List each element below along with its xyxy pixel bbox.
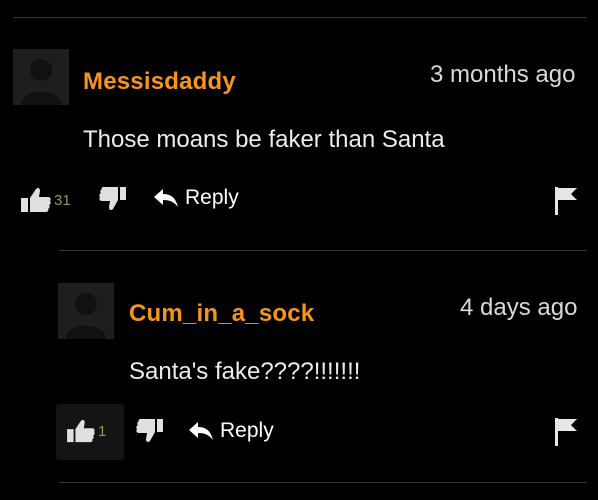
upvote-button[interactable]: 31 bbox=[20, 186, 71, 214]
reply-arrow-icon bbox=[154, 189, 178, 207]
comment-timestamp: 4 days ago bbox=[460, 294, 578, 321]
reply-button[interactable]: Reply bbox=[153, 186, 239, 210]
downvote-button[interactable] bbox=[136, 418, 164, 444]
comment-username[interactable]: Cum_in_a_sock bbox=[129, 300, 314, 328]
comment-timestamp: 3 months ago bbox=[430, 61, 576, 88]
reply-label: Reply bbox=[220, 419, 274, 442]
upvote-button[interactable]: 1 bbox=[66, 418, 106, 444]
bottom-divider bbox=[59, 482, 586, 483]
upvote-count: 31 bbox=[54, 191, 71, 209]
avatar[interactable] bbox=[58, 283, 114, 339]
downvote-button[interactable] bbox=[99, 186, 127, 212]
avatar-placeholder-icon bbox=[58, 283, 114, 339]
flag-button[interactable] bbox=[553, 186, 579, 221]
avatar[interactable] bbox=[13, 49, 69, 105]
avatar-placeholder-icon bbox=[13, 49, 69, 105]
thumbs-up-icon bbox=[67, 419, 95, 443]
thumbs-down-icon bbox=[99, 187, 126, 211]
flag-icon bbox=[555, 418, 577, 446]
comment-username[interactable]: Messisdaddy bbox=[83, 68, 236, 96]
top-divider bbox=[14, 17, 586, 18]
upvote-count: 1 bbox=[98, 422, 107, 440]
flag-icon bbox=[555, 187, 577, 215]
comment-text: Those moans be faker than Santa bbox=[83, 126, 445, 153]
reply-button[interactable]: Reply bbox=[188, 419, 274, 443]
flag-button[interactable] bbox=[553, 417, 579, 452]
comment-divider bbox=[59, 250, 586, 251]
reply-label: Reply bbox=[185, 186, 239, 209]
thumbs-up-icon bbox=[21, 187, 51, 212]
reply-arrow-icon bbox=[189, 422, 213, 440]
thumbs-down-icon bbox=[136, 419, 163, 443]
comment-text: Santa's fake????!!!!!!! bbox=[129, 358, 361, 385]
